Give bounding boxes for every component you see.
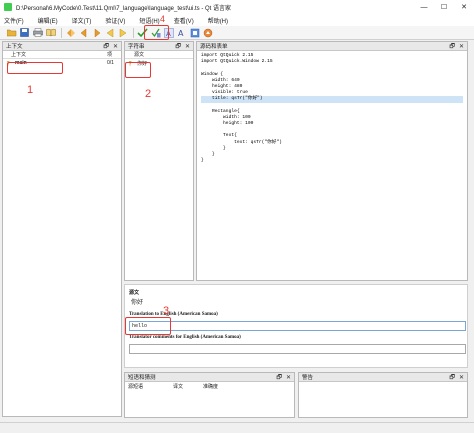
float-icon[interactable]: 🗗 [276, 373, 282, 383]
strings-panel-title: 字符串 🗗 ✕ [125, 42, 193, 51]
prev-icon[interactable] [78, 27, 89, 38]
close-icon[interactable]: ✕ [185, 43, 190, 50]
svg-text:A: A [178, 29, 184, 38]
comments-label: Translator comments for English (America… [129, 335, 241, 340]
print-icon[interactable] [32, 27, 43, 38]
phrase-icon[interactable]: A [176, 27, 187, 38]
sources-panel-title-text: 源码和表单 [200, 44, 228, 50]
code-line: } [201, 158, 204, 164]
source-label: 源文 [129, 291, 140, 296]
annotation-number-1: 1 [27, 84, 34, 96]
phrases-header: 源短语 译文 准确度 [125, 382, 294, 390]
prev-unfinished-icon[interactable] [104, 27, 115, 38]
annotation-number-2: 2 [145, 88, 152, 100]
strings-header-label[interactable]: 源文 [134, 51, 144, 58]
menu-phrases[interactable]: 短语(H) [139, 16, 159, 25]
translation-input[interactable]: hello [129, 321, 466, 331]
comments-input[interactable] [129, 344, 466, 354]
phrases-col-source[interactable]: 源短语 [128, 383, 173, 390]
placemarker-icon[interactable] [189, 27, 200, 38]
close-icon[interactable]: ✕ [113, 43, 118, 50]
context-header-count[interactable]: 项 [107, 51, 121, 58]
minimize-button[interactable]: — [414, 0, 434, 14]
menu-validation[interactable]: 验证(V) [105, 16, 125, 25]
translation-editor: 源文 你好 Translation to English (American S… [124, 284, 468, 368]
menu-translation[interactable]: 译文(T) [72, 16, 92, 25]
context-header: 上下文 项 [3, 51, 121, 59]
maximize-button[interactable]: ☐ [434, 0, 454, 14]
phrases-panel-title-text: 短语和猜测 [128, 375, 156, 381]
annotation-box-translation [125, 317, 171, 335]
surrounding-icon[interactable] [202, 27, 213, 38]
context-count: 0/1 [107, 60, 114, 66]
toolbar-separator [133, 27, 134, 38]
annotation-number-3: 3 [163, 305, 170, 317]
toolbar: A A [0, 26, 474, 40]
strings-panel-title-text: 字符串 [128, 44, 145, 50]
save-icon[interactable] [19, 27, 30, 38]
status-bar [0, 422, 474, 433]
context-panel-title: 上下文 🗗 ✕ [3, 42, 121, 51]
toolbar-separator [61, 27, 62, 38]
close-icon[interactable]: ✕ [459, 374, 464, 381]
warnings-panel: 警告 🗗 ✕ [298, 372, 468, 418]
open-icon[interactable] [6, 27, 17, 38]
warnings-panel-title-text: 警告 [302, 375, 314, 381]
source-code-view[interactable]: import QtQuick 2.15 import QtQuick.Window… [197, 51, 467, 166]
next-icon[interactable] [91, 27, 102, 38]
annotation-box-string [125, 62, 151, 78]
float-icon[interactable]: 🗗 [449, 373, 455, 383]
close-icon[interactable]: ✕ [286, 374, 291, 381]
float-icon[interactable]: 🗗 [175, 42, 181, 52]
next-unfinished-icon[interactable] [117, 27, 128, 38]
annotation-box-done-next [144, 25, 169, 40]
menu-help[interactable]: 帮助(H) [208, 16, 228, 25]
menu-view[interactable]: 查看(V) [174, 16, 194, 25]
sources-panel: 源码和表单 🗗 ✕ import QtQuick 2.15 import QtQu… [196, 41, 468, 281]
source-text: 你好 [131, 300, 144, 306]
book-icon[interactable] [45, 27, 56, 38]
title-bar: D:\Personal\6.MyCode\0.Test\11.Qml\7_lan… [0, 0, 474, 14]
strings-header: 源文 [125, 51, 193, 59]
undo-icon[interactable] [65, 27, 76, 38]
menu-file[interactable]: 文件(F) [4, 16, 24, 25]
context-header-label[interactable]: 上下文 [11, 51, 107, 58]
phrases-panel-title: 短语和猜测 🗗 ✕ [125, 373, 294, 382]
menu-bar: 文件(F) 编辑(E) 译文(T) 验证(V) 短语(H) 查看(V) 帮助(H… [0, 14, 474, 26]
menu-edit[interactable]: 编辑(E) [38, 16, 58, 25]
phrases-col-translation[interactable]: 译文 [173, 383, 203, 390]
annotation-number-4: 4 [160, 14, 166, 24]
context-panel: 上下文 🗗 ✕ 上下文 项 ? main 0/1 [2, 41, 122, 417]
float-icon[interactable]: 🗗 [103, 42, 109, 52]
float-icon[interactable]: 🗗 [449, 42, 455, 52]
phrases-panel: 短语和猜测 🗗 ✕ 源短语 译文 准确度 [124, 372, 295, 418]
sources-panel-title: 源码和表单 🗗 ✕ [197, 42, 467, 51]
window-title: D:\Personal\6.MyCode\0.Test\11.Qml\7_lan… [16, 5, 231, 12]
close-icon[interactable]: ✕ [459, 43, 464, 50]
qt-linguist-icon [4, 3, 12, 11]
phrases-col-accuracy[interactable]: 准确度 [203, 383, 233, 390]
warnings-panel-title: 警告 🗗 ✕ [299, 373, 467, 382]
close-button[interactable]: ✕ [454, 0, 474, 14]
context-panel-title-text: 上下文 [6, 44, 23, 50]
annotation-box-context [7, 62, 63, 74]
